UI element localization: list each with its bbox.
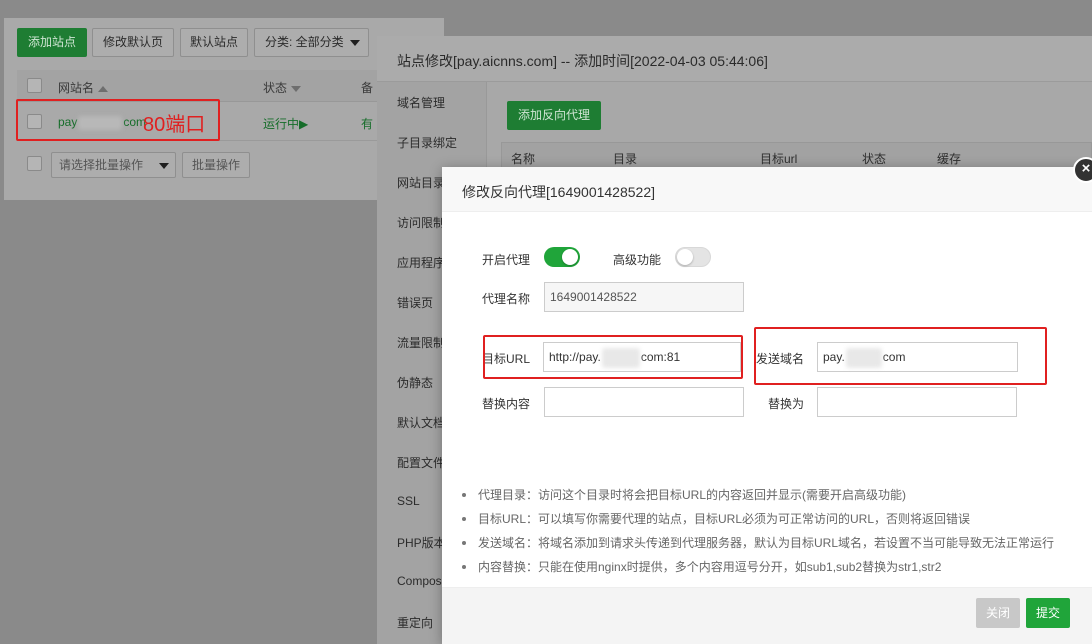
replace-content-label: 替换内容: [482, 397, 531, 411]
list-item: 内容替换：只能在使用nginx时提供，多个内容用逗号分开，如sub1,sub2替…: [462, 555, 1082, 579]
site-status[interactable]: 运行中▶: [263, 115, 308, 132]
advanced-toggle[interactable]: [675, 247, 711, 267]
site-remark: 有: [361, 117, 374, 131]
batch-operation-select[interactable]: 请选择批量操作: [51, 152, 176, 178]
list-item: 目标URL：可以填写你需要代理的站点，目标URL必须为可正常访问的URL，否则将…: [462, 507, 1082, 531]
remark-column-header: 备: [361, 81, 374, 95]
nav-item-access[interactable]: 访问限制: [397, 214, 445, 231]
nav-item-error-page[interactable]: 错误页: [397, 294, 433, 311]
list-item: 发送域名：将域名添加到请求头传递到代理服务器，默认为目标URL域名，若设置不当可…: [462, 531, 1082, 555]
annotation-box-send-domain: [754, 327, 1047, 385]
site-name-column-header[interactable]: 网站名: [58, 79, 109, 96]
modal-footer: 关闭 提交: [442, 587, 1092, 644]
replace-with-label: 替换为: [768, 397, 805, 411]
proxy-name-input[interactable]: 1649001428522: [544, 282, 744, 312]
add-proxy-button[interactable]: 添加反向代理: [507, 101, 601, 130]
sort-desc-icon: [291, 85, 302, 92]
nav-item-domain[interactable]: 域名管理: [397, 94, 445, 111]
edit-proxy-modal: 修改反向代理[1649001428522] 开启代理 高级功能 代理名称 164…: [442, 167, 1092, 644]
nav-item-site-dir[interactable]: 网站目录: [397, 174, 445, 191]
nav-item-default-doc[interactable]: 默认文档: [397, 414, 445, 431]
nav-item-subdir[interactable]: 子目录绑定: [397, 134, 457, 151]
sort-asc-icon: [98, 85, 109, 92]
submit-button[interactable]: 提交: [1026, 598, 1071, 628]
nav-item-config[interactable]: 配置文件: [397, 454, 445, 471]
nav-item-ssl[interactable]: SSL: [397, 494, 420, 508]
site-edit-title: 站点修改[pay.aicnns.com] -- 添加时间[2022-04-03 …: [377, 36, 1092, 82]
add-site-button[interactable]: 添加站点: [17, 28, 87, 57]
annotation-box-target-url: [483, 335, 743, 379]
toggle-knob: [562, 249, 578, 265]
help-tips: 代理目录：访问这个目录时将会把目标URL的内容返回并显示(需要开启高级功能) 目…: [462, 483, 1082, 579]
proxy-col-dir: 目录: [613, 152, 638, 166]
batch-operation-button[interactable]: 批量操作: [182, 152, 250, 178]
default-site-button[interactable]: 默认站点: [180, 28, 248, 57]
replace-content-input[interactable]: [544, 387, 744, 417]
proxy-name-label: 代理名称: [482, 292, 531, 306]
category-select[interactable]: 分类: 全部分类: [254, 28, 369, 57]
toggle-knob: [677, 249, 693, 265]
status-column-header[interactable]: 状态: [263, 79, 302, 96]
replace-with-input[interactable]: [817, 387, 1017, 417]
nav-item-composer[interactable]: Compos: [397, 574, 442, 588]
list-item: 代理目录：访问这个目录时将会把目标URL的内容返回并显示(需要开启高级功能): [462, 483, 1082, 507]
enable-proxy-label: 开启代理: [482, 253, 531, 267]
site-name-header-label: 网站名: [58, 81, 95, 95]
nav-item-app[interactable]: 应用程序: [397, 254, 445, 271]
status-header-label: 状态: [263, 81, 288, 95]
chevron-down-icon: [159, 162, 170, 169]
enable-proxy-toggle[interactable]: [544, 247, 580, 267]
select-all-checkbox[interactable]: [27, 78, 42, 93]
close-icon[interactable]: ×: [1073, 157, 1092, 183]
chevron-down-icon: [349, 39, 360, 46]
proxy-col-cache: 缓存: [937, 152, 962, 166]
nav-item-traffic[interactable]: 流量限制: [397, 334, 445, 351]
annotation-80-port: 80端口: [143, 114, 206, 136]
nav-item-redirect[interactable]: 重定向: [397, 614, 433, 631]
nav-item-rewrite[interactable]: 伪静态: [397, 374, 433, 391]
modal-title: 修改反向代理[1649001428522]: [442, 167, 1092, 212]
nav-item-php[interactable]: PHP版本: [397, 534, 446, 551]
proxy-col-target: 目标url: [760, 152, 798, 166]
batch-select-placeholder: 请选择批量操作: [59, 158, 144, 172]
proxy-col-name: 名称: [511, 152, 536, 166]
proxy-col-status: 状态: [862, 152, 887, 166]
advanced-label: 高级功能: [613, 253, 662, 267]
edit-default-page-button[interactable]: 修改默认页: [92, 28, 174, 57]
close-button[interactable]: 关闭: [976, 598, 1021, 628]
category-select-label: 分类: 全部分类: [265, 35, 344, 49]
batch-checkbox[interactable]: [27, 156, 42, 171]
